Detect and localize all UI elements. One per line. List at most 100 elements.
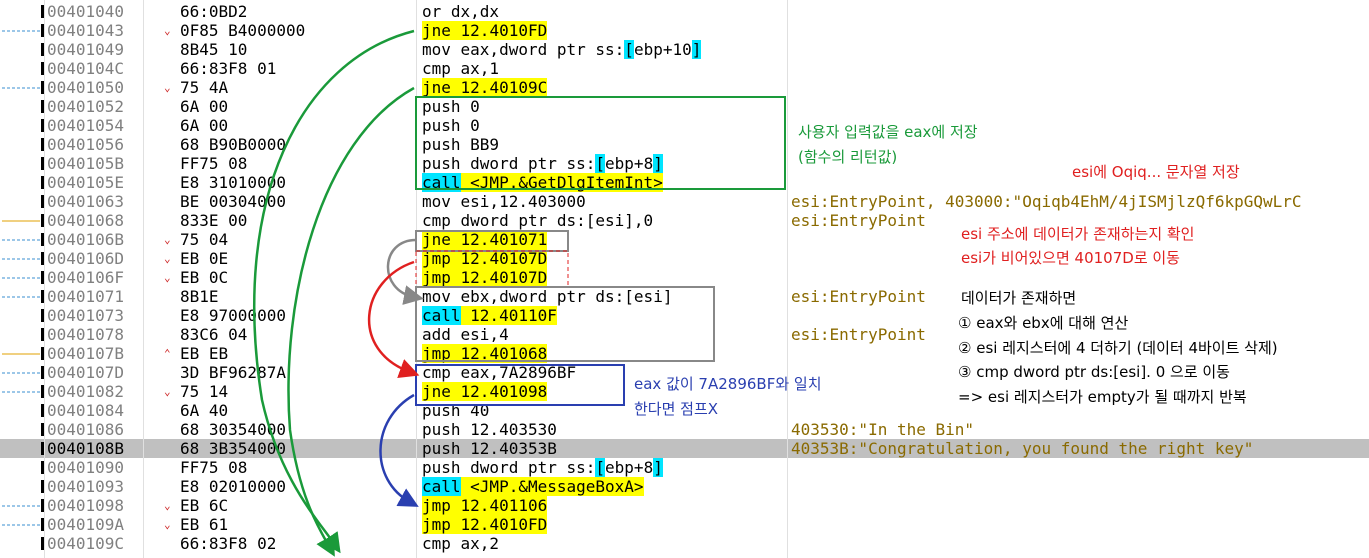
comment: 403530:"In the Bin" — [791, 420, 975, 439]
instruction-token: add esi,4 — [422, 325, 509, 344]
instruction: jmp 12.40107D — [422, 268, 548, 287]
address: 00401084 — [47, 401, 125, 420]
instruction-token: 12.401071 — [450, 230, 548, 249]
blue-annotation-2: 한다면 점프X — [634, 400, 719, 418]
disasm-row[interactable]: 00401043 ⌄ 0F85 B4000000 jne 12.4010FD — [0, 21, 1369, 40]
jump-down-icon: ⌄ — [164, 271, 171, 284]
instruction: call <JMP.&GetDlgItemInt> — [422, 173, 663, 192]
instruction-token: cmp ax,1 — [422, 59, 500, 78]
disasm-row[interactable]: 00401093 E8 02010000 call <JMP.&MessageBox… — [0, 477, 1369, 496]
disasm-row[interactable]: 0040109C 66:83F8 02 cmp ax,2 — [0, 534, 1369, 553]
instruction: push 12.40353B — [422, 439, 557, 458]
instruction-token: call — [422, 173, 461, 192]
disasm-row[interactable]: 0040108B 68 3B354000 push 12.40353B 40353B:… — [0, 439, 1369, 458]
disasm-row[interactable]: 0040109A ⌄ EB 61 jmp 12.4010FD — [0, 515, 1369, 534]
opcode-bytes: 68 B90B0000 — [180, 135, 286, 154]
instruction: push 0 — [422, 116, 480, 135]
opcode-bytes: 75 4A — [180, 78, 229, 97]
disassembly-listing[interactable]: 00401040 66:0BD2 or dx,dx 00401043 ⌄ 0F85 B40… — [0, 0, 1369, 558]
instruction-token: [ — [624, 40, 634, 59]
instruction-token: 12.40109C — [450, 78, 548, 97]
instruction: call <JMP.&MessageBoxA> — [422, 477, 644, 496]
disasm-row[interactable]: 00401098 ⌄ EB 6C jmp 12.401106 — [0, 496, 1369, 515]
opcode-bytes: BE 00304000 — [180, 192, 286, 211]
disasm-row[interactable]: 00401086 68 30354000 push 12.403530 403530:… — [0, 420, 1369, 439]
instruction-token: 12.401106 — [450, 496, 548, 515]
instruction-token: ebp+8 — [605, 458, 654, 477]
opcode-bytes: 83C6 04 — [180, 325, 248, 344]
instruction-token: or dx,dx — [422, 2, 500, 21]
address: 00401063 — [47, 192, 125, 211]
column-separator — [44, 0, 45, 558]
jump-up-icon: ⌃ — [164, 347, 171, 360]
address: 0040109A — [47, 515, 125, 534]
instruction: mov ebx,dword ptr ds:[esi] — [422, 287, 672, 306]
jump-down-icon: ⌄ — [164, 499, 171, 512]
address: 00401052 — [47, 97, 125, 116]
address: 0040108B — [47, 439, 125, 458]
instruction: cmp ax,2 — [422, 534, 499, 553]
black-annotation-2: ① eax와 ebx에 대해 연산 — [958, 314, 1129, 332]
instruction-token: push BB9 — [422, 135, 500, 154]
opcode-bytes: EB 0C — [180, 268, 229, 287]
opcode-bytes: EB 0E — [180, 249, 229, 268]
instruction-token: 12.401098 — [450, 382, 548, 401]
instruction-token: call — [422, 477, 461, 496]
opcode-bytes: E8 02010000 — [180, 477, 286, 496]
address: 00401073 — [47, 306, 125, 325]
address: 00401098 — [47, 496, 125, 515]
disasm-row[interactable]: 00401050 ⌄ 75 4A jne 12.40109C — [0, 78, 1369, 97]
instruction-token: jmp — [422, 268, 451, 287]
disasm-row[interactable]: 00401054 6A 00 push 0 — [0, 116, 1369, 135]
disasm-row[interactable]: 00401063 BE 00304000 mov esi,12.403000 esi:… — [0, 192, 1369, 211]
opcode-bytes: 6A 40 — [180, 401, 229, 420]
instruction-token: 12.4010FD — [450, 21, 548, 40]
instruction: mov eax,dword ptr ss:[ebp+10] — [422, 40, 702, 59]
opcode-bytes: 8B45 10 — [180, 40, 248, 59]
disasm-row[interactable]: 00401052 6A 00 push 0 — [0, 97, 1369, 116]
instruction-token: jne — [422, 382, 451, 401]
red-annotation-line2: esi가 비어있으면 40107D로 이동 — [961, 249, 1180, 267]
address: 0040107B — [47, 344, 125, 363]
opcode-bytes: 6A 00 — [180, 97, 229, 116]
disasm-row[interactable]: 00401056 68 B90B0000 push BB9 — [0, 135, 1369, 154]
instruction-token: mov esi,12.403000 — [422, 192, 586, 211]
instruction-token: push 12.40353B — [422, 439, 557, 458]
disasm-row[interactable]: 00401071 8B1E mov ebx,dword ptr ds:[esi] es… — [0, 287, 1369, 306]
address: 0040105E — [47, 173, 125, 192]
instruction: jmp 12.401106 — [422, 496, 548, 515]
address: 0040107D — [47, 363, 125, 382]
black-annotation-5: => esi 레지스터가 empty가 될 때까지 반복 — [958, 388, 1247, 406]
instruction: jne 12.401071 — [422, 230, 548, 249]
address: 00401068 — [47, 211, 125, 230]
column-separator — [143, 0, 144, 558]
address: 00401050 — [47, 78, 125, 97]
disasm-row[interactable]: 00401090 FF75 08 push dword ptr ss:[ebp+8] — [0, 458, 1369, 477]
opcode-bytes: 833E 00 — [180, 211, 248, 230]
address: 00401056 — [47, 135, 125, 154]
instruction: cmp dword ptr ds:[esi],0 — [422, 211, 653, 230]
instruction-token: ebp+10 — [633, 40, 692, 59]
instruction: push 40 — [422, 401, 489, 420]
instruction: jmp 12.4010FD — [422, 515, 548, 534]
disasm-row[interactable]: 00401040 66:0BD2 or dx,dx — [0, 2, 1369, 21]
disasm-row[interactable]: 00401073 E8 97000000 call 12.40110F — [0, 306, 1369, 325]
instruction-token: push dword ptr ss: — [422, 154, 596, 173]
green-annotation-line1: 사용자 입력값을 eax에 저장 — [798, 123, 978, 141]
disasm-row[interactable]: 0040104C 66:83F8 01 cmp ax,1 — [0, 59, 1369, 78]
address: 00401093 — [47, 477, 125, 496]
instruction-token: ] — [653, 154, 663, 173]
comment: esi:EntryPoint, 403000:"Oqiqb4EhM/4jISMj… — [791, 192, 1302, 211]
instruction-token: ebp+8 — [605, 154, 654, 173]
disasm-row[interactable]: 0040106F ⌄ EB 0C jmp 12.40107D — [0, 268, 1369, 287]
jump-down-icon: ⌄ — [164, 81, 171, 94]
instruction-token: <JMP.&GetDlgItemInt> — [460, 173, 663, 192]
instruction-token: 12.40110F — [460, 306, 557, 325]
address: 00401043 — [47, 21, 125, 40]
instruction-token: jmp — [422, 515, 451, 534]
disasm-row[interactable]: 00401049 8B45 10 mov eax,dword ptr ss:[ebp… — [0, 40, 1369, 59]
instruction: or dx,dx — [422, 2, 499, 21]
instruction-token: jmp — [422, 496, 451, 515]
blue-annotation-1: eax 값이 7A2896BF와 일치 — [634, 375, 822, 393]
opcode-bytes: 66:83F8 01 — [180, 59, 277, 78]
